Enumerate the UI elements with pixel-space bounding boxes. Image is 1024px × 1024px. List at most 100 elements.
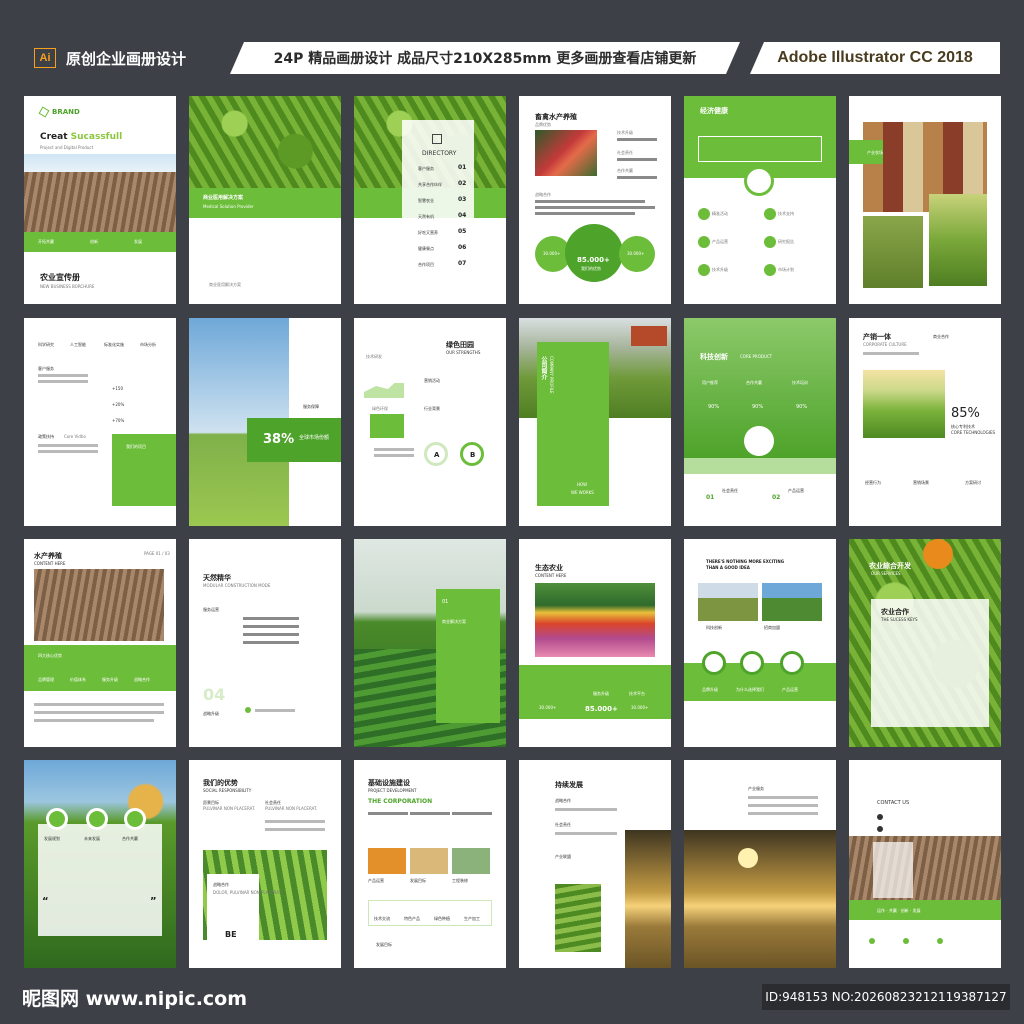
page-10[interactable]: 公司简介 COMPANY PROFILE HOW WE WORKS: [519, 318, 671, 526]
page-heading: 产业服务: [748, 786, 764, 791]
page-5[interactable]: 经济健康 精准活动 技术支持 产品运营 研究报告 技术升级 市场计划: [684, 96, 836, 304]
label-a: A: [434, 451, 440, 459]
social-icon-1[interactable]: [869, 938, 875, 944]
text-box: [698, 136, 822, 162]
item-3: 产业联盟: [555, 854, 571, 859]
small-label-3: 行业背景: [424, 406, 440, 411]
page-sub: OUR SERVICES: [871, 571, 901, 576]
page-heading: 绿色田园: [446, 341, 474, 349]
feature-6: 市场计划: [778, 267, 794, 272]
feature-icon: [764, 236, 776, 248]
item-3: 服务升级: [102, 677, 118, 682]
page-12[interactable]: 产销一体 CORPORATE CULTURE 商业合作 85% 核心专利技术 C…: [849, 318, 1001, 526]
text-line: [34, 719, 154, 722]
page-sub: MODULAR CONSTRUCTION MODE: [203, 583, 271, 588]
page-2[interactable]: 商业医用解决方案 Medical Solution Provider 商业医用解…: [189, 96, 341, 304]
contact-band: 运作 · 共赢 · 创新 · 发展: [849, 900, 1001, 920]
page-23[interactable]: 产业服务: [684, 760, 836, 968]
page-21[interactable]: 基础设施建设 PROJECT DEVELOPMENT THE CORPORATI…: [354, 760, 506, 968]
panel-number: 01: [442, 599, 449, 605]
percent-box: 38% 全球市场份额: [247, 418, 341, 462]
page-heading: 生态农业: [535, 564, 563, 572]
page-cover[interactable]: BRAND Creat Sucassfull Project and Digit…: [24, 96, 176, 304]
cover-sky: [24, 154, 176, 172]
text-line: [243, 617, 299, 620]
page-16[interactable]: 生态农业 CONTENT HERE 服务升级 技术平台 30.000+ 85.0…: [519, 539, 671, 747]
watermark-id: ID:948153 NO:20260823212119387127: [762, 984, 1010, 1010]
page-8[interactable]: 38% 全球市场份额 服务保障: [189, 318, 341, 526]
stat-main-label: 我们的优势: [581, 266, 601, 271]
text-line: [374, 448, 414, 451]
dir-item-1: 客户服务: [418, 166, 434, 171]
item-1: 服务升级: [593, 691, 609, 696]
social-icon-3[interactable]: [937, 938, 943, 944]
social-icon-2[interactable]: [903, 938, 909, 944]
cover-title-2: Sucassfull: [70, 132, 123, 142]
stat-side-2: 30.000+: [627, 251, 645, 256]
page-20[interactable]: 我们的优势 SOCIAL RESPONSIBILITY 愿景目标 PULVINA…: [189, 760, 341, 968]
small-label-1: 技术研发: [366, 354, 382, 359]
feature-icon: [698, 236, 710, 248]
green-chart-box: [370, 414, 404, 438]
feature-icon: [698, 208, 710, 220]
dir-item-6: 健康餐点: [418, 246, 434, 251]
soil-photo: [34, 569, 164, 641]
cover-heading-sub: NEW BUSINESS BORCHURE: [40, 284, 95, 289]
item-4: 战略合作: [134, 677, 150, 682]
dir-num-7: 07: [458, 260, 467, 267]
page-4[interactable]: 畜禽水产养殖 品牌优势 技术升级 社会责任 合作共赢 战略合作 30.000+ …: [519, 96, 671, 304]
page-contact[interactable]: CONTACT US 运作 · 共赢 · 创新 · 发展: [849, 760, 1001, 968]
item-2: 未来发展: [84, 836, 100, 841]
item-2: 社会责任: [617, 150, 633, 155]
tag-label: 商业合作: [933, 334, 949, 339]
tractor-photo-2: [762, 583, 822, 621]
page-17[interactable]: THERE'S NOTHING MORE EXCITING THAN A GOO…: [684, 539, 836, 747]
text-line: [34, 703, 164, 706]
page-11[interactable]: 科技创新 CORE PRODUCT 用户推荐 合作共赢 技术培训 90% 90%…: [684, 318, 836, 526]
handshake-icon: [744, 166, 774, 196]
dir-num-1: 01: [458, 164, 467, 171]
page-14[interactable]: 天然精华 MODULAR CONSTRUCTION MODE 服务运营 04 战…: [189, 539, 341, 747]
text-line: [748, 804, 818, 807]
works-label: WE WORKS: [571, 490, 594, 495]
page-15[interactable]: 01 商业解决方案: [354, 539, 506, 747]
headline-2: THAN A GOOD IDEA: [706, 565, 750, 570]
right-label: 招商加盟: [764, 625, 780, 630]
page-heading: 农业綜合开发: [869, 562, 911, 570]
page-18[interactable]: 农业綜合开发 OUR SERVICES 农业合作 THE SUCESS KEYS: [849, 539, 1001, 747]
dir-num-3: 03: [458, 196, 467, 203]
cooperation-card: 战略合作 DOLOR, PULVINAR NON PLACERAT. BE: [207, 874, 282, 950]
stat-3: +70%: [112, 418, 125, 423]
harvester: [631, 326, 667, 346]
feature-icon: [764, 208, 776, 220]
small-label-4: 绿色环保: [372, 406, 388, 411]
corp-title: THE CORPORATION: [368, 798, 433, 805]
stat-circle-main: 85.000+ 我们的优势: [565, 224, 623, 282]
page-directory[interactable]: DIRECTORY 客户服务 01 共享合作伙伴 02 智慧农业 03 天然有机…: [354, 96, 506, 304]
headline-1: THERE'S NOTHING MORE EXCITING: [706, 559, 784, 564]
page-heading: 畜禽水产养殖: [535, 113, 577, 121]
text-line: [555, 808, 617, 811]
page-sub: CONTENT HERE: [34, 561, 66, 566]
card-lorem: DOLOR, PULVINAR NON PLACERAT.: [213, 890, 283, 895]
flowers-photo: [535, 583, 655, 657]
page-13[interactable]: 水产养殖 CONTENT HERE PAGE 01 / 03 四大核心优势 品牌…: [24, 539, 176, 747]
fish-photo: [535, 130, 597, 176]
project-box: 我们的项目: [112, 434, 176, 506]
item-1: 经营行为: [865, 480, 881, 485]
page-22[interactable]: 持续发展 战略合作 社会责任 产业联盟: [519, 760, 671, 968]
page-7[interactable]: 科学研究 人工智能 标准化实施 市场分析 客户服务 +150 +20% +70%…: [24, 318, 176, 526]
item-1: 战略合作: [555, 798, 571, 803]
contact-heading: CONTACT US: [877, 800, 910, 806]
page-9[interactable]: 绿色田园 OUR STRENGTHS 技术研发 营销活动 绿色环保 行业背景 A…: [354, 318, 506, 526]
item-1: 技术升级: [617, 130, 633, 135]
stat-circle-right: 30.000+: [619, 236, 655, 272]
banner-left: Ai 原创企业画册设计: [24, 42, 220, 74]
cover-title-1: Creat: [40, 132, 68, 142]
banner-title: 原创企业画册设计: [66, 49, 187, 68]
banner-description: 24P 精品画册设计 成品尺寸210X285mm 更多画册查看店铺更新: [230, 42, 740, 74]
text-line: [617, 138, 657, 141]
page-19[interactable]: 发展规划 未来发展 合作共赢 “ ”: [24, 760, 176, 968]
advantages-band: 四大核心优势 品牌管理 价值体系 服务升级 战略合作: [24, 645, 176, 691]
page-6[interactable]: 产业农场: [849, 96, 1001, 304]
